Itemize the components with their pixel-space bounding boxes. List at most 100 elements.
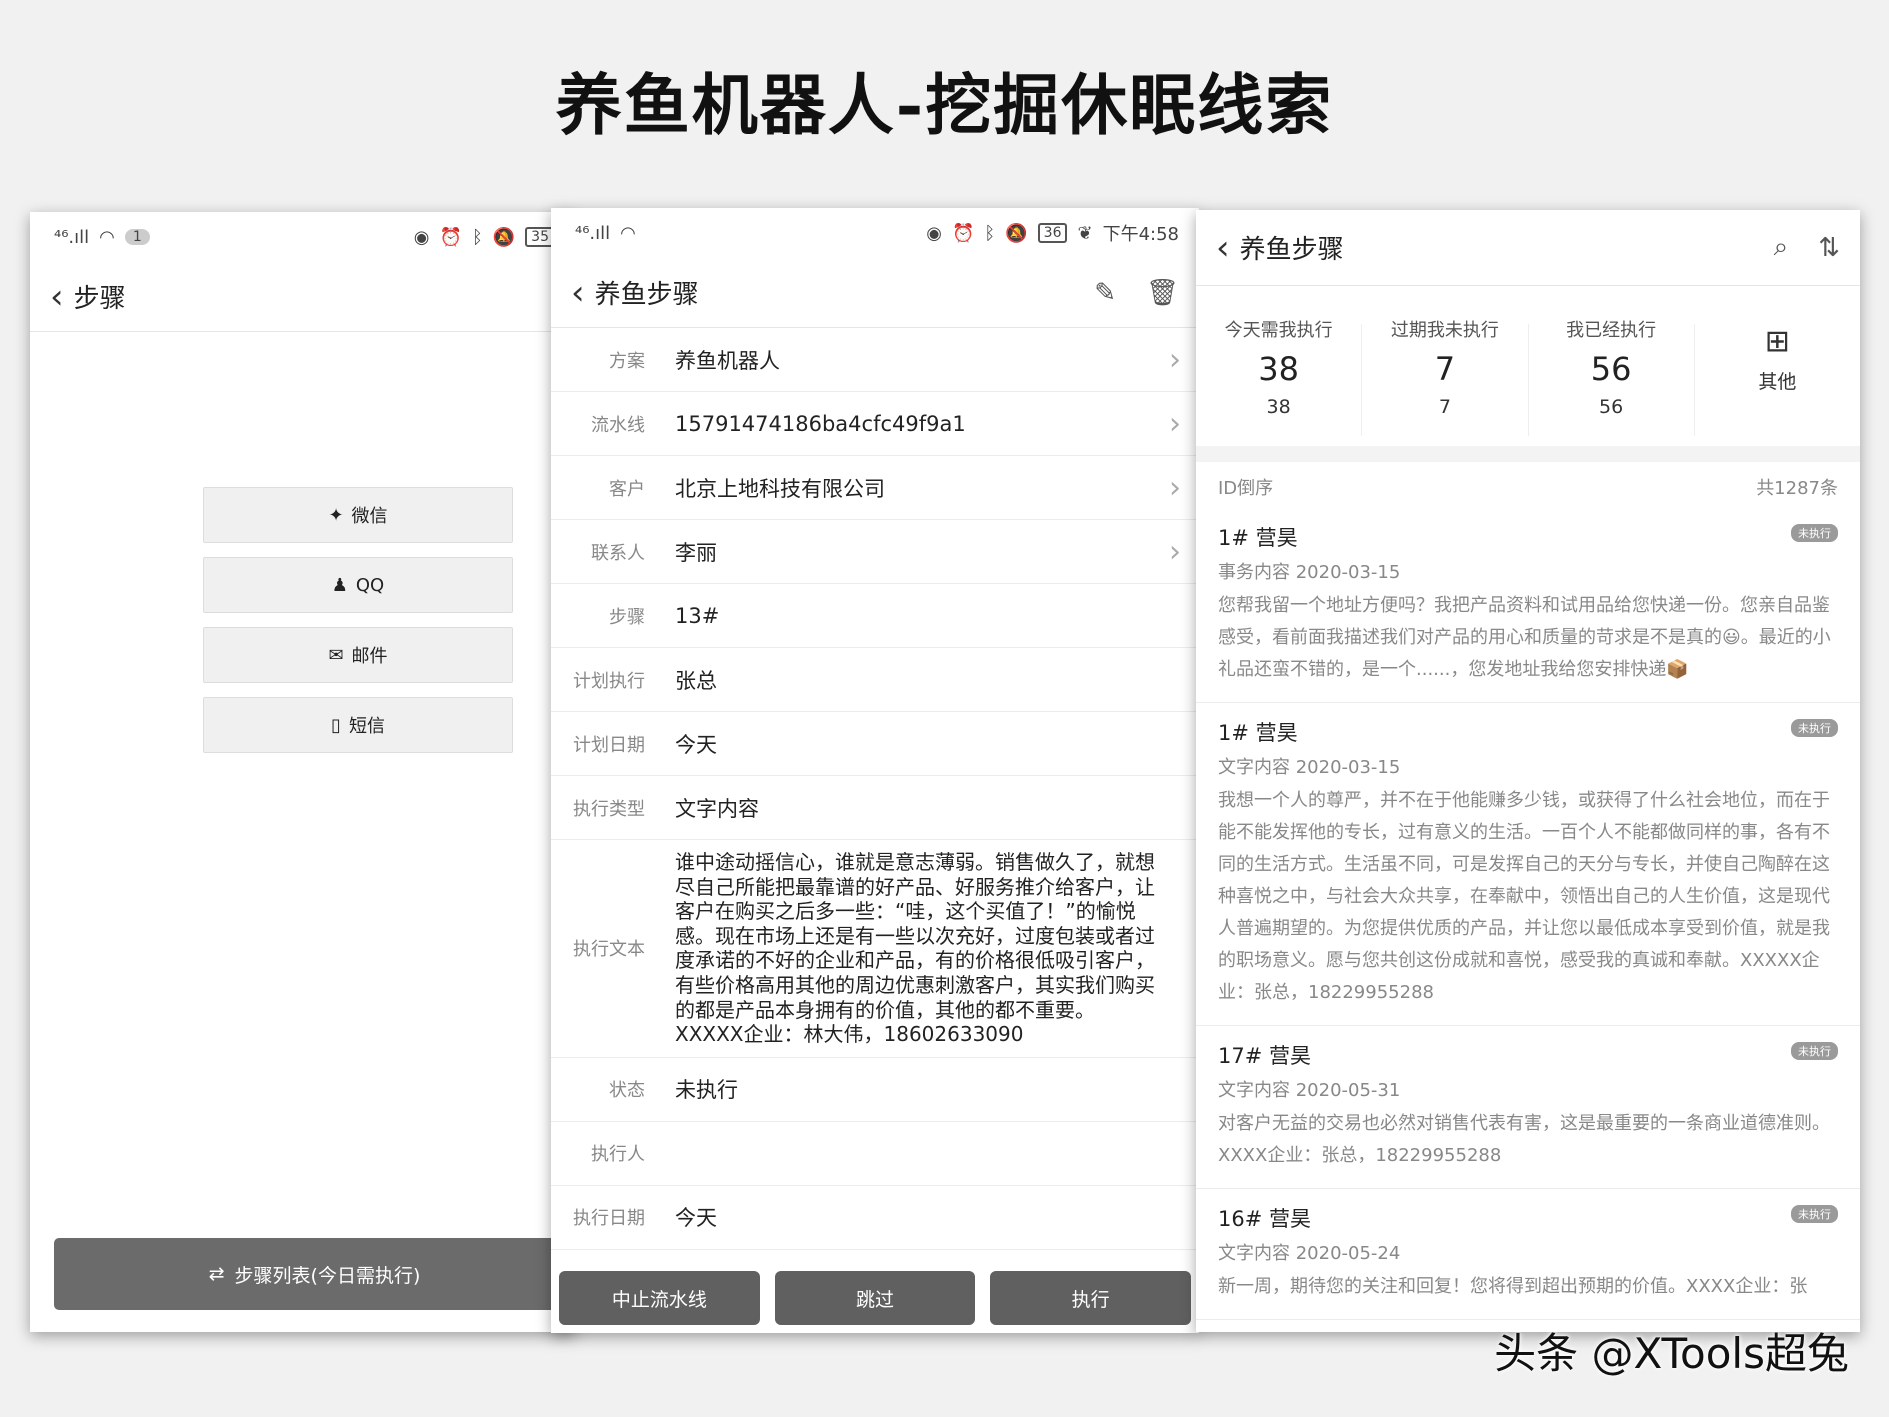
row-planned-executor: 计划执行 张总 — [551, 648, 1199, 712]
share-mail-button[interactable]: ✉ 邮件 — [203, 627, 513, 683]
sort-icon[interactable]: ⇅ — [1818, 233, 1840, 263]
row-value: 15791474186ba4cfc49f9a1 — [675, 411, 966, 436]
row-label: 流水线 — [591, 414, 645, 436]
mute-icon: 🔕 — [1005, 222, 1028, 244]
row-contact[interactable]: 联系人 李丽 › — [551, 520, 1199, 584]
total-count: 共1287条 — [1756, 478, 1838, 499]
row-planned-date: 计划日期 今天 — [551, 712, 1199, 776]
back-chevron-icon[interactable]: ‹ — [1216, 231, 1230, 265]
item-body: 新一周，期待您的关注和回复！您将得到超出预期的价值。XXXX企业：张 — [1218, 1276, 1808, 1297]
share-wechat-button[interactable]: ✦ 微信 — [203, 487, 513, 543]
edit-icon[interactable]: ✎ — [1094, 278, 1116, 308]
bluetooth-icon: ᛒ — [471, 226, 483, 248]
notification-count: 1 — [124, 229, 150, 245]
row-plan[interactable]: 方案 养鱼机器人 › — [551, 328, 1199, 392]
phone-screen-steps: ⁴⁶.ıll ◠ 1 ◉ ⏰ ᛒ 🔕 35 ‹ 步骤 ✦ 微信 ♟ QQ ✉ 邮… — [30, 212, 575, 1332]
row-label: 状态 — [609, 1080, 645, 1102]
back-chevron-icon[interactable]: ‹ — [571, 276, 585, 310]
stat-other[interactable]: ⊞ 其他 — [1695, 324, 1860, 436]
item-title: 17# 营昊 — [1218, 1044, 1311, 1068]
phone-icon: ▯ — [331, 714, 341, 736]
header-title: 步骤 — [73, 284, 126, 314]
row-pipeline[interactable]: 流水线 15791474186ba4cfc49f9a1 › — [551, 392, 1199, 456]
item-subtitle: 文字内容 2020-05-24 — [1218, 1243, 1401, 1264]
item-title: 1# 营昊 — [1218, 721, 1298, 745]
delete-icon[interactable]: 🗑 — [1146, 278, 1179, 308]
row-value: 今天 — [675, 732, 717, 757]
wechat-icon: ✦ — [328, 504, 344, 526]
skip-button[interactable]: 跳过 — [774, 1271, 976, 1325]
alarm-icon: ⏰ — [952, 222, 975, 244]
stat-sub: 7 — [1438, 396, 1451, 418]
bluetooth-icon: ᛒ — [984, 222, 996, 244]
share-label: 邮件 — [351, 646, 388, 667]
row-exec-date: 执行日期 今天 — [551, 1186, 1199, 1250]
section-divider — [1196, 446, 1860, 462]
stat-done[interactable]: 我已经执行 56 56 — [1529, 320, 1695, 436]
stat-overdue[interactable]: 过期我未执行 7 7 — [1362, 320, 1529, 436]
row-label: 计划日期 — [573, 734, 645, 756]
item-body: 我想一个人的尊严，并不在于他能赚多少钱，或获得了什么社会地位，而在于能不能发挥他… — [1218, 790, 1830, 1003]
chevron-right-icon: › — [1169, 470, 1181, 505]
mute-icon: 🔕 — [492, 226, 516, 248]
item-subtitle: 文字内容 2020-05-31 — [1218, 1080, 1401, 1101]
stat-value: 38 — [1258, 350, 1299, 388]
row-label: 方案 — [609, 350, 645, 372]
search-icon[interactable]: ⌕ — [1774, 232, 1789, 263]
stat-other-label: 其他 — [1758, 371, 1797, 393]
row-label: 计划执行 — [573, 670, 645, 692]
list-meta: ID倒序 共1287条 — [1196, 462, 1860, 508]
item-body: 您帮我留一个地址方便吗？我把产品资料和试用品给您快递一份。您亲自品鉴感受，看前面… — [1218, 595, 1831, 680]
header-title: 养鱼步骤 — [1239, 235, 1344, 265]
stat-label: 我已经执行 — [1566, 320, 1657, 341]
execute-button[interactable]: 执行 — [990, 1271, 1192, 1325]
row-value: 未执行 — [675, 1078, 738, 1103]
back-chevron-icon[interactable]: ‹ — [50, 280, 64, 314]
status-bar: ⁴⁶.ıll ◠ ◉ ⏰ ᛒ 🔕 36 ❦ 下午4:58 — [551, 208, 1199, 258]
row-value: 张总 — [675, 668, 717, 693]
share-sms-button[interactable]: ▯ 短信 — [203, 697, 513, 753]
share-label: 微信 — [351, 506, 388, 527]
step-list-button[interactable]: ⇄ 步骤列表(今日需执行) — [54, 1238, 575, 1310]
action-bar: 中止流水线 跳过 执行 — [551, 1271, 1199, 1333]
list-item[interactable]: 1# 营昊 未执行 事务内容 2020-03-15 您帮我留一个地址方便吗？我把… — [1196, 508, 1860, 703]
stop-pipeline-button[interactable]: 中止流水线 — [559, 1271, 760, 1325]
grid-icon: ⊞ — [1764, 324, 1790, 359]
row-status: 状态 未执行 — [551, 1058, 1199, 1122]
row-label: 客户 — [609, 478, 645, 500]
clock-time: 下午4:58 — [1102, 224, 1179, 245]
row-value: 文字内容 — [675, 796, 759, 821]
app-header: ‹ 养鱼步骤 ⌕ ⇅ — [1196, 210, 1860, 286]
page-title: 养鱼机器人-挖掘休眠线索 — [555, 66, 1334, 144]
mail-icon: ✉ — [328, 644, 344, 666]
status-badge: 未执行 — [1791, 719, 1838, 737]
stat-sub: 38 — [1266, 396, 1291, 418]
stat-label: 过期我未执行 — [1390, 320, 1499, 341]
sort-order-label[interactable]: ID倒序 — [1218, 474, 1273, 500]
signal-icon: ⁴⁶.ıll — [54, 226, 90, 248]
share-qq-button[interactable]: ♟ QQ — [203, 557, 513, 613]
eye-icon: ◉ — [413, 226, 430, 248]
header-title: 养鱼步骤 — [594, 280, 699, 310]
stat-value: 7 — [1434, 350, 1456, 388]
status-bar: ⁴⁶.ıll ◠ 1 ◉ ⏰ ᛒ 🔕 35 — [30, 212, 575, 262]
list-item[interactable]: 17# 营昊 未执行 文字内容 2020-05-31 对客户无益的交易也必然对销… — [1196, 1026, 1860, 1189]
qq-icon: ♟ — [331, 574, 348, 596]
wifi-icon: ◠ — [620, 222, 636, 244]
chevron-right-icon: › — [1169, 534, 1181, 569]
item-title: 1# 营昊 — [1218, 526, 1298, 550]
battery-indicator: 36 — [1037, 223, 1068, 243]
item-subtitle: 事务内容 2020-03-15 — [1218, 562, 1401, 583]
eye-icon: ◉ — [926, 222, 942, 244]
stat-value: 56 — [1590, 350, 1632, 388]
app-header: ‹ 养鱼步骤 ✎ 🗑 — [551, 258, 1199, 328]
leaf-icon: ❦ — [1077, 222, 1093, 244]
row-step: 步骤 13# — [551, 584, 1199, 648]
row-exec-text: 执行文本 谁中途动摇信心，谁就是意志薄弱。销售做久了，就想尽自己所能把最靠谱的好… — [551, 840, 1199, 1058]
item-body: 对客户无益的交易也必然对销售代表有害，这是最重要的一条商业道德准则。XXXX企业… — [1218, 1113, 1830, 1166]
list-item[interactable]: 1# 营昊 未执行 文字内容 2020-03-15 我想一个人的尊严，并不在于他… — [1196, 703, 1860, 1026]
phone-screen-step-list: ‹ 养鱼步骤 ⌕ ⇅ 今天需我执行 38 38 过期我未执行 7 7 我已经执行… — [1196, 210, 1860, 1332]
stat-today[interactable]: 今天需我执行 38 38 — [1196, 320, 1363, 436]
list-item[interactable]: 16# 营昊 未执行 文字内容 2020-05-24 新一周，期待您的关注和回复… — [1196, 1189, 1860, 1320]
row-customer[interactable]: 客户 北京上地科技有限公司 › — [551, 456, 1199, 520]
